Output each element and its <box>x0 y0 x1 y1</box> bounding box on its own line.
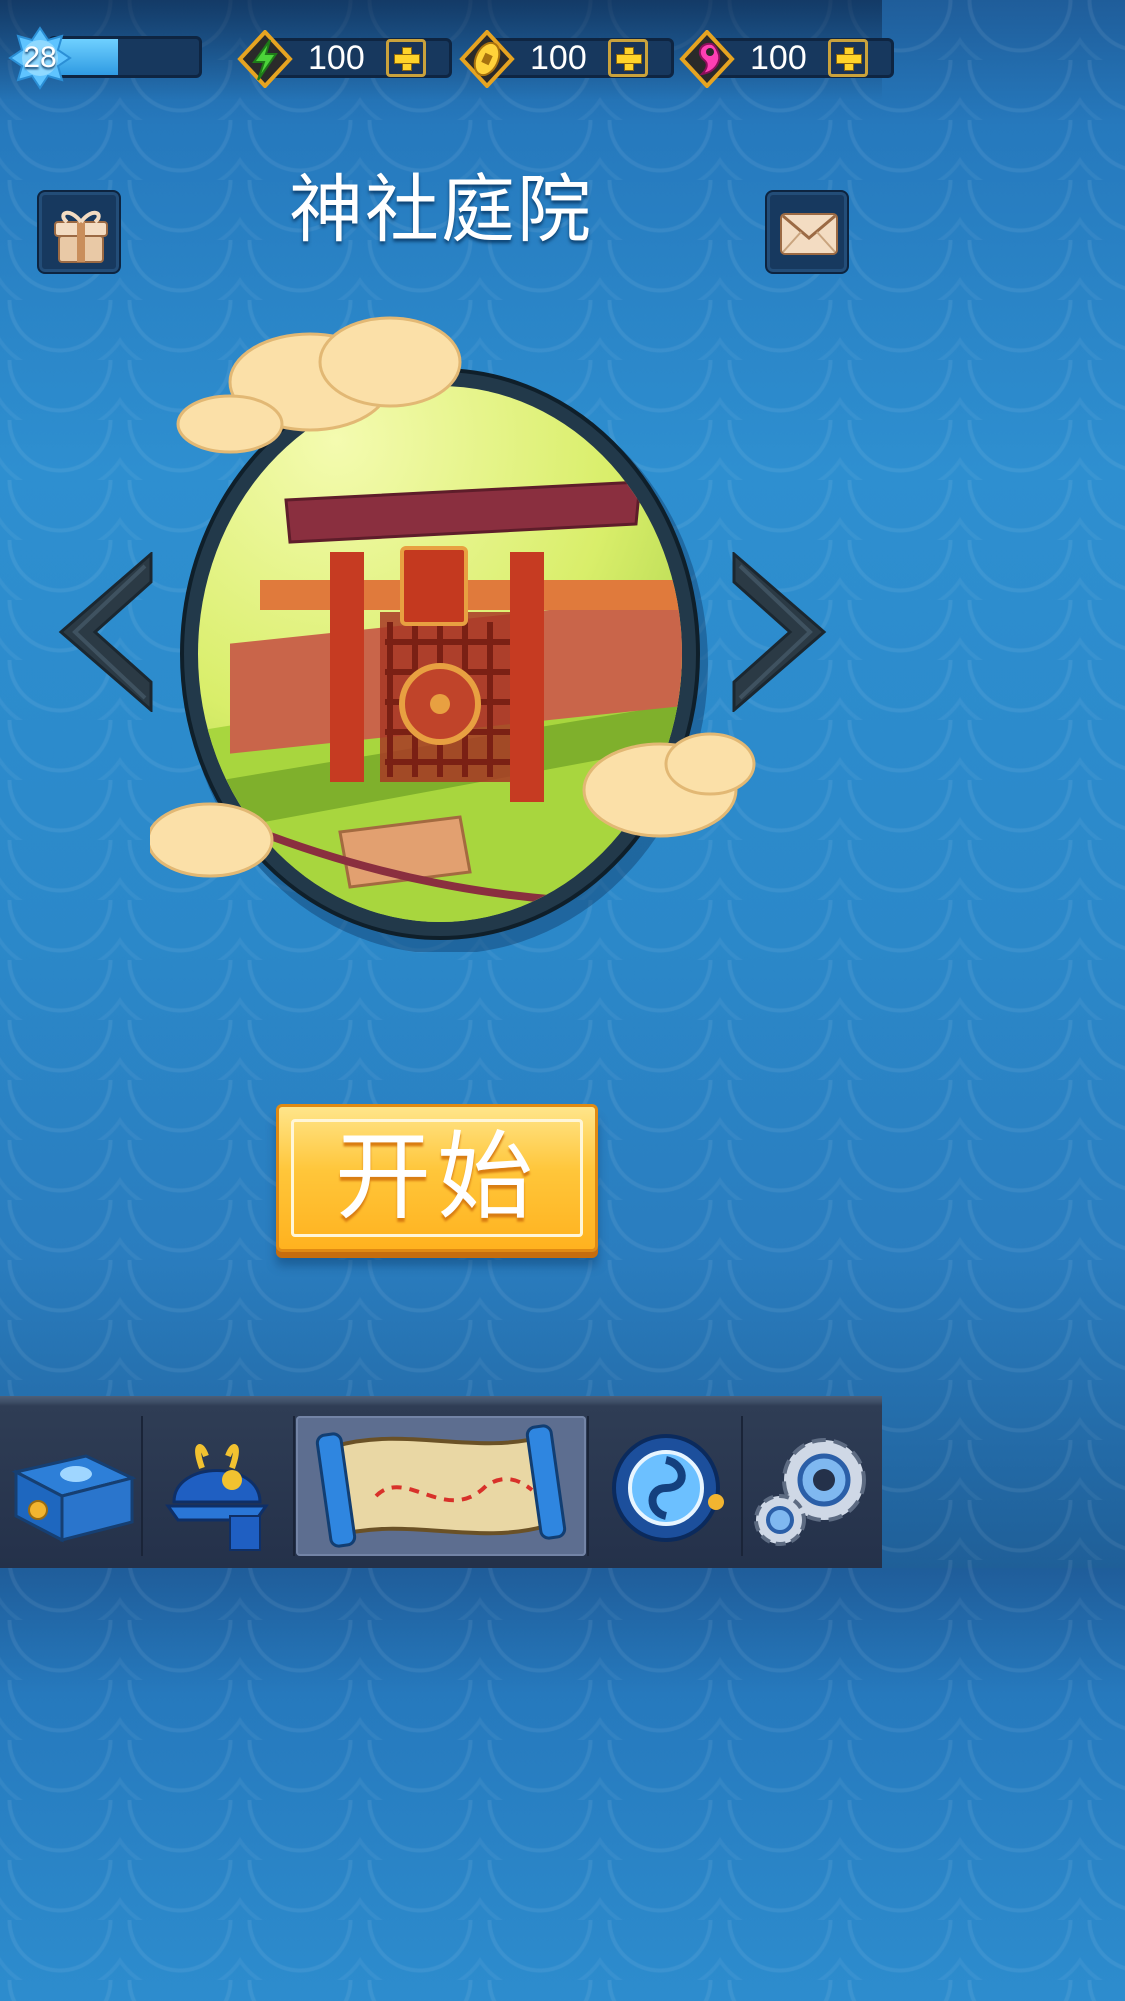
dock-separator <box>141 1416 143 1556</box>
dock-separator <box>293 1416 295 1556</box>
level-badge[interactable]: 28 <box>8 26 72 90</box>
stage-title: 神社庭院 <box>289 167 593 253</box>
dock-item-map-scroll[interactable] <box>296 1416 586 1556</box>
player-level: 28 <box>23 41 57 74</box>
gear-icon <box>754 1438 866 1546</box>
dock-item-samurai-helmet[interactable] <box>144 1416 292 1556</box>
dock-item-settings[interactable] <box>744 1416 880 1556</box>
dock-separator <box>741 1416 743 1556</box>
stage-illustration[interactable] <box>150 312 770 952</box>
dock-item-tomoe-orb[interactable] <box>590 1416 740 1556</box>
cloud-decoration-left <box>150 802 274 878</box>
add-energy-button[interactable] <box>386 39 426 77</box>
add-coins-button[interactable] <box>608 39 648 77</box>
bottom-dock <box>0 1396 882 1568</box>
lightning-icon <box>237 30 293 88</box>
energy-value: 100 <box>308 39 365 77</box>
magatama-icon <box>679 30 735 88</box>
treasure-chest-icon <box>11 1454 137 1543</box>
gift-button[interactable] <box>37 190 121 274</box>
tomoe-orb-icon <box>612 1434 724 1542</box>
gold-coin-icon <box>459 30 515 88</box>
mail-button[interactable] <box>765 190 849 274</box>
gem-value: 100 <box>750 39 807 77</box>
map-scroll-icon <box>315 1424 567 1548</box>
previous-stage-arrow-icon[interactable] <box>55 552 155 712</box>
mail-icon <box>780 213 838 255</box>
add-gems-button[interactable] <box>828 39 868 77</box>
coin-value: 100 <box>530 39 587 77</box>
start-button[interactable]: 开始 <box>276 1104 598 1252</box>
samurai-helmet-icon <box>165 1443 269 1551</box>
gift-icon <box>54 210 108 263</box>
dock-separator <box>587 1416 589 1556</box>
start-button-label: 开始 <box>335 1121 539 1233</box>
dock-item-treasure-chest[interactable] <box>2 1416 140 1556</box>
